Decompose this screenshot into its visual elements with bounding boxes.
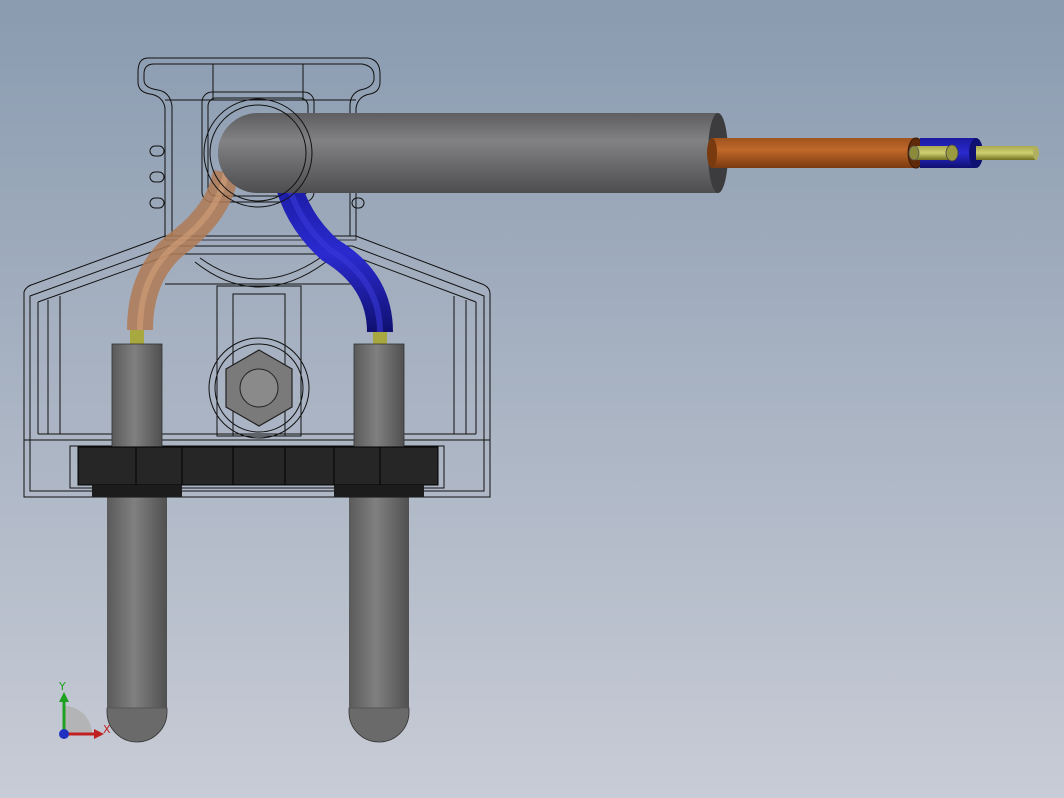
power-cable[interactable] xyxy=(203,98,728,208)
brown-wire[interactable] xyxy=(707,137,925,169)
triad-x-label: X xyxy=(103,723,111,736)
left-pin-sleeve xyxy=(111,343,163,449)
brown-wire-tip xyxy=(130,330,144,344)
left-pin[interactable] xyxy=(106,495,168,743)
right-pin-sleeve xyxy=(353,343,405,449)
cad-viewport[interactable]: Y X xyxy=(0,0,1064,798)
right-pin[interactable] xyxy=(348,495,410,743)
triad-y-label: Y xyxy=(58,680,66,693)
